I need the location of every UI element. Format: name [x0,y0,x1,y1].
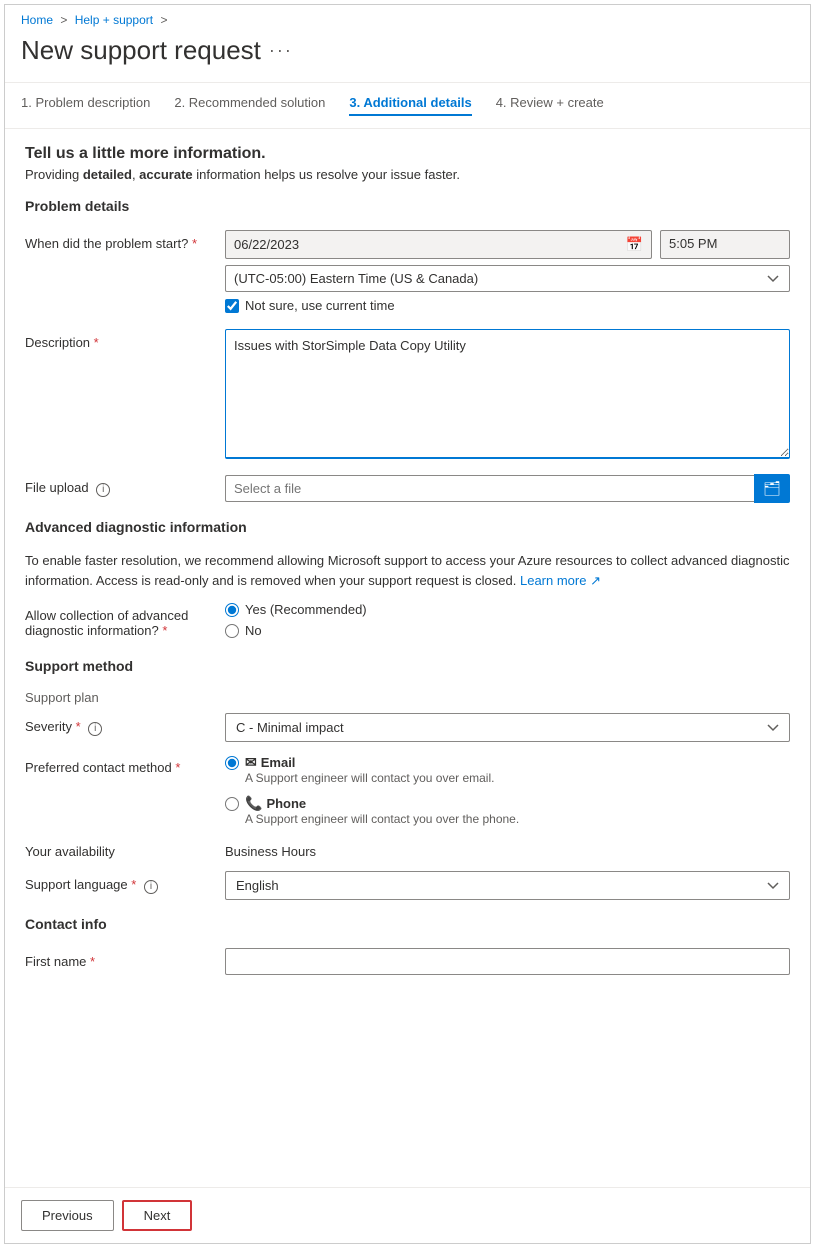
checkbox-row: Not sure, use current time [225,298,790,313]
contact-method-label: Preferred contact method * [25,754,225,775]
radio-no-label: No [245,623,262,638]
contact-info-heading: Contact info [25,916,790,936]
phone-option: 📞 Phone A Support engineer will contact … [225,795,790,826]
radio-no-option[interactable]: No [225,623,790,638]
file-upload-input[interactable] [225,475,754,502]
email-radio[interactable] [225,756,239,770]
support-language-select[interactable]: English [225,871,790,900]
availability-value: Business Hours [225,838,790,859]
main-content: Tell us a little more information. Provi… [5,129,810,1071]
first-name-field [225,948,790,975]
description-field: Issues with StorSimple Data Copy Utility [225,329,790,462]
first-name-input[interactable] [225,948,790,975]
contact-method-field: ✉ Email A Support engineer will contact … [225,754,790,826]
when-label: When did the problem start? * [25,230,225,251]
file-upload-info-icon[interactable]: i [96,483,110,497]
phone-label-group: 📞 Phone A Support engineer will contact … [245,795,519,826]
description-textarea[interactable]: Issues with StorSimple Data Copy Utility [225,329,790,459]
support-language-row: Support language * i English [25,871,790,900]
phone-radio[interactable] [225,797,239,811]
severity-label: Severity * i [25,713,225,736]
footer-buttons: Previous Next [5,1187,810,1243]
next-button[interactable]: Next [122,1200,193,1231]
step-3[interactable]: 3. Additional details [349,95,471,116]
step-4[interactable]: 4. Review + create [496,95,604,116]
radio-no-input[interactable] [225,624,239,638]
problem-details-heading: Problem details [25,198,790,218]
radio-yes-option[interactable]: Yes (Recommended) [225,602,790,617]
first-name-row: First name * [25,948,790,975]
page-title-dots[interactable]: ··· [269,40,293,61]
allow-collection-row: Allow collection of advanced diagnostic … [25,602,790,638]
description-label: Description * [25,329,225,350]
when-problem-row: When did the problem start? * 06/22/2023… [25,230,790,317]
allow-collection-label: Allow collection of advanced diagnostic … [25,602,225,638]
severity-row: Severity * i C - Minimal impact [25,713,790,742]
availability-row: Your availability Business Hours [25,838,790,859]
not-sure-label[interactable]: Not sure, use current time [245,298,395,313]
allow-collection-field: Yes (Recommended) No [225,602,790,638]
time-input[interactable]: 5:05 PM [660,230,790,259]
file-upload-field: 🗂 [225,474,790,503]
support-method-heading: Support method [25,658,790,678]
step-2[interactable]: 2. Recommended solution [174,95,325,116]
severity-field: C - Minimal impact [225,713,790,742]
file-upload-label: File upload i [25,474,225,497]
phone-title: 📞 Phone [245,795,519,812]
email-title: ✉ Email [245,754,494,771]
phone-desc: A Support engineer will contact you over… [245,812,519,826]
availability-label: Your availability [25,838,225,859]
email-option: ✉ Email A Support engineer will contact … [225,754,790,785]
home-link[interactable]: Home [21,13,53,27]
timezone-select[interactable]: (UTC-05:00) Eastern Time (US & Canada) [225,265,790,292]
phone-icon: 📞 [245,795,262,812]
help-support-link[interactable]: Help + support [75,13,153,27]
radio-yes-label: Yes (Recommended) [245,602,367,617]
support-language-label: Support language * i [25,871,225,894]
description-row: Description * Issues with StorSimple Dat… [25,329,790,462]
email-label-group: ✉ Email A Support engineer will contact … [245,754,494,785]
page-title-text: New support request [21,35,261,66]
previous-button[interactable]: Previous [21,1200,114,1231]
email-desc: A Support engineer will contact you over… [245,771,494,785]
breadcrumb-sep1: > [60,13,67,27]
when-field: 06/22/2023 📅 5:05 PM (UTC-05:00) Eastern… [225,230,790,317]
severity-info-icon[interactable]: i [88,722,102,736]
adv-diag-text: To enable faster resolution, we recommen… [25,551,790,590]
severity-select[interactable]: C - Minimal impact [225,713,790,742]
contact-method-row: Preferred contact method * ✉ Email A Sup… [25,754,790,826]
steps-bar: 1. Problem description 2. Recommended so… [5,83,810,129]
calendar-icon: 📅 [626,236,643,253]
support-plan-label: Support plan [25,690,790,705]
section-subtitle: Providing detailed, accurate information… [25,167,790,182]
availability-field: Business Hours [225,838,790,859]
breadcrumb: Home > Help + support > [5,5,810,31]
not-sure-checkbox[interactable] [225,299,239,313]
breadcrumb-sep2: > [160,13,167,27]
adv-diag-heading: Advanced diagnostic information [25,519,790,539]
page-title-bar: New support request ··· [5,31,810,82]
email-icon: ✉ [245,754,257,771]
radio-yes-input[interactable] [225,603,239,617]
learn-more-link[interactable]: Learn more ↗ [520,573,601,588]
support-language-field: English [225,871,790,900]
file-upload-row: File upload i 🗂 [25,474,790,503]
file-upload-button[interactable]: 🗂 [754,474,790,503]
first-name-label: First name * [25,948,225,969]
section-heading: Tell us a little more information. [25,145,790,163]
step-1[interactable]: 1. Problem description [21,95,150,116]
date-input[interactable]: 06/22/2023 📅 [225,230,652,259]
support-language-info-icon[interactable]: i [144,880,158,894]
allow-collection-radio-group: Yes (Recommended) No [225,602,790,638]
